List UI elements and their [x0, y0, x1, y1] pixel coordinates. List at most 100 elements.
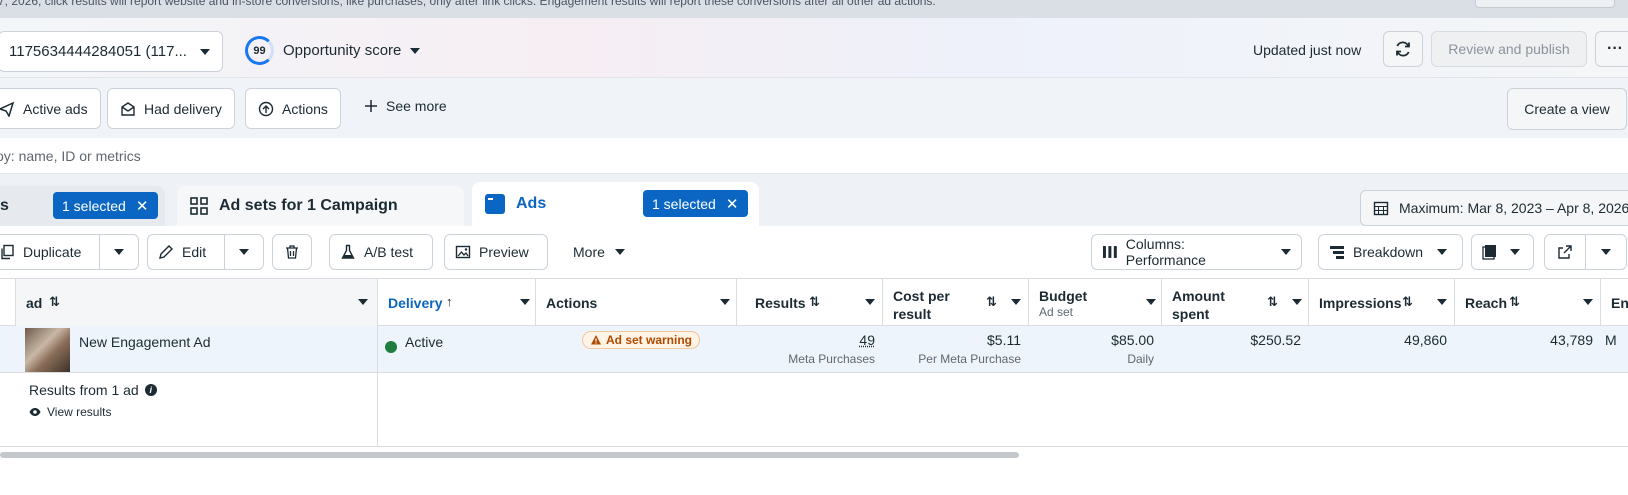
- header-ends-label: En: [1611, 295, 1628, 311]
- ends-value: M: [1605, 332, 1617, 348]
- header-cost-per-result-label: Cost per result: [893, 287, 950, 323]
- header-amount-line-2: spent: [1172, 306, 1210, 322]
- flask-icon: [341, 244, 355, 259]
- ad-window-icon: [485, 194, 505, 214]
- cell-budget: $85.00 Daily: [1029, 326, 1162, 372]
- filter-had-delivery[interactable]: Had delivery: [107, 88, 235, 129]
- delete-button[interactable]: [272, 234, 312, 270]
- tab-ads-label: Ads: [516, 195, 547, 212]
- chevron-down-icon[interactable]: [1292, 299, 1302, 305]
- notice-button[interactable]: [1475, 0, 1615, 8]
- columns-label: Columns: Performance: [1125, 236, 1206, 268]
- see-more-filters[interactable]: See more: [364, 98, 447, 114]
- search-input[interactable]: oy: name, ID or metrics: [0, 148, 141, 164]
- create-view-button[interactable]: Create a view: [1507, 88, 1627, 130]
- envelope-icon: [121, 101, 135, 116]
- header-amount-spent[interactable]: Amount spent ⇅: [1162, 279, 1309, 326]
- filter-had-delivery-label: Had delivery: [144, 100, 222, 117]
- ab-test-button[interactable]: A/B test: [329, 234, 433, 270]
- account-selector[interactable]: 1175634444284051 (117...: [0, 31, 223, 72]
- send-icon: [0, 101, 15, 117]
- view-results-link[interactable]: View results: [29, 405, 111, 419]
- edit-button[interactable]: Edit: [147, 234, 225, 270]
- duplicate-button[interactable]: Duplicate: [0, 234, 100, 270]
- cell-ad-name[interactable]: New Engagement Ad: [0, 326, 378, 372]
- chevron-down-icon[interactable]: [520, 299, 530, 305]
- edit-label: Edit: [182, 244, 207, 260]
- filter-active-ads[interactable]: Active ads: [0, 88, 101, 129]
- table-row[interactable]: New Engagement Ad Active Ad set warning …: [0, 326, 1628, 373]
- arrow-up-circle-icon: [258, 101, 274, 116]
- header-ends[interactable]: En: [1601, 279, 1628, 326]
- export-button[interactable]: [1544, 234, 1586, 270]
- chevron-down-icon[interactable]: [1011, 299, 1021, 305]
- filter-actions[interactable]: Actions: [245, 88, 341, 129]
- summary-title: Results from 1 ad i: [29, 382, 157, 398]
- pencil-icon: [159, 245, 173, 259]
- horizontal-scrollbar[interactable]: [0, 452, 1019, 458]
- review-and-publish-button[interactable]: Review and publish: [1431, 31, 1587, 67]
- edit-dropdown[interactable]: [224, 234, 264, 270]
- view-results-label: View results: [47, 405, 112, 419]
- header-budget[interactable]: Budget Ad set: [1029, 279, 1162, 326]
- results-value[interactable]: 49: [859, 332, 875, 348]
- reports-button[interactable]: [1471, 234, 1534, 270]
- header-delivery[interactable]: Delivery ↑: [378, 279, 536, 326]
- chevron-down-icon[interactable]: [720, 299, 730, 305]
- close-icon[interactable]: ✕: [726, 195, 739, 213]
- chevron-down-icon[interactable]: [1437, 299, 1447, 305]
- campaigns-selected-chip[interactable]: 1 selected ✕: [53, 192, 159, 219]
- sort-icon[interactable]: ⇅: [809, 294, 820, 310]
- sort-icon[interactable]: ⇅: [1402, 294, 1413, 310]
- ad-thumbnail: [25, 328, 70, 372]
- duplicate-dropdown[interactable]: [99, 234, 139, 270]
- chevron-down-icon: [614, 249, 625, 255]
- ad-set-warning-badge[interactable]: Ad set warning: [582, 331, 701, 349]
- tab-ad-sets[interactable]: Ad sets for 1 Campaign: [177, 186, 464, 226]
- header-results[interactable]: Results ⇅: [737, 279, 883, 326]
- header-cost-line-2: result: [893, 306, 932, 322]
- opportunity-score[interactable]: 99 Opportunity score: [245, 36, 421, 65]
- export-dropdown[interactable]: [1585, 234, 1627, 270]
- chevron-down-icon[interactable]: [358, 299, 368, 305]
- plus-icon: [365, 100, 377, 112]
- header-cost-line-1: Cost per: [893, 288, 950, 304]
- warning-label: Ad set warning: [606, 333, 693, 347]
- more-options-button[interactable]: ···: [1595, 31, 1628, 67]
- chevron-down-icon: [1601, 249, 1611, 255]
- header-ad-name[interactable]: ad ⇅: [16, 279, 378, 326]
- sort-icon[interactable]: ⇅: [1267, 294, 1278, 310]
- header-impressions[interactable]: Impressions ⇅: [1309, 279, 1455, 326]
- breakdown-button[interactable]: Breakdown: [1318, 234, 1463, 270]
- date-range-picker[interactable]: Maximum: Mar 8, 2023 – Apr 8, 2026: [1360, 190, 1628, 226]
- results-summary: Results from 1 ad i View results: [0, 373, 1628, 447]
- search-bar[interactable]: oy: name, ID or metrics: [0, 138, 1628, 174]
- chevron-down-icon[interactable]: [865, 299, 875, 305]
- refresh-button[interactable]: [1383, 31, 1423, 67]
- sort-ascending-icon[interactable]: ↑: [446, 294, 453, 309]
- close-icon[interactable]: ✕: [136, 197, 149, 215]
- header-reach-label: Reach: [1465, 295, 1508, 311]
- grid-icon: [190, 197, 208, 215]
- ads-selected-chip[interactable]: 1 selected ✕: [643, 190, 749, 217]
- header-reach[interactable]: Reach ⇅: [1455, 279, 1601, 326]
- ad-name[interactable]: New Engagement Ad: [79, 334, 211, 350]
- summary-title-text: Results from 1 ad: [29, 382, 139, 398]
- chevron-down-icon[interactable]: [1583, 299, 1593, 305]
- sort-icon[interactable]: ⇅: [1509, 294, 1520, 310]
- tab-ad-sets-label: Ad sets for 1 Campaign: [219, 197, 398, 214]
- chevron-down-icon: [1510, 249, 1520, 255]
- header-budget-sub: Ad set: [1039, 305, 1074, 319]
- info-icon[interactable]: i: [144, 384, 157, 396]
- ads-selected-label: 1 selected: [652, 195, 716, 212]
- header-actions[interactable]: Actions: [536, 279, 737, 326]
- more-menu[interactable]: More: [573, 244, 625, 260]
- breakdown-icon: [1330, 246, 1344, 259]
- chevron-down-icon[interactable]: [1146, 299, 1156, 305]
- cost-per-result-sub: Per Meta Purchase: [918, 352, 1021, 366]
- preview-button[interactable]: Preview: [444, 234, 548, 270]
- sort-icon[interactable]: ⇅: [49, 294, 60, 310]
- columns-button[interactable]: Columns: Performance: [1091, 234, 1302, 270]
- header-cost-per-result[interactable]: Cost per result ⇅: [883, 279, 1029, 326]
- sort-icon[interactable]: ⇅: [986, 294, 997, 310]
